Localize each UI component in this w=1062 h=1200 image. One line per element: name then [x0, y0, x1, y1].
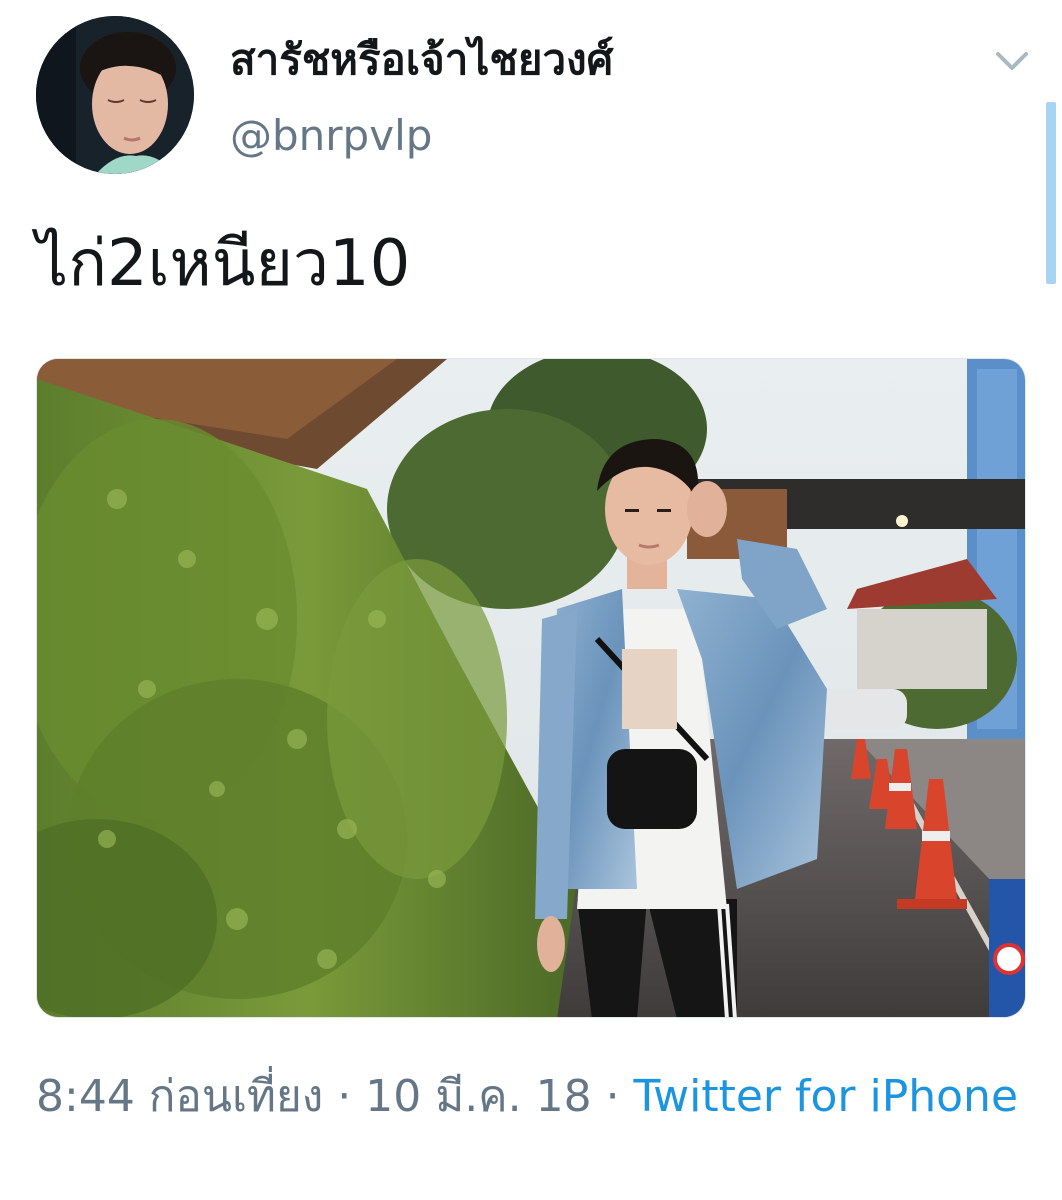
tweet-detail: สารัชหรือเจ้าไชยวงศ์ @bnrpvlp ไก่2เหนียว… — [0, 0, 1062, 1200]
tweet-meta: 8:44 ก่อนเที่ยง · 10 มี.ค. 18 · Twitter … — [36, 1064, 1026, 1130]
meta-separator: · — [323, 1071, 366, 1122]
tweet-source-link[interactable]: Twitter for iPhone — [634, 1071, 1018, 1122]
user-handle[interactable]: @bnrpvlp — [230, 110, 432, 162]
tweet-time[interactable]: 8:44 ก่อนเที่ยง — [36, 1071, 323, 1122]
meta-separator: · — [591, 1071, 634, 1122]
tweet-text: ไก่2เหนียว10 — [36, 227, 411, 301]
tweet-date[interactable]: 10 มี.ค. 18 — [365, 1071, 591, 1122]
avatar[interactable] — [36, 16, 194, 174]
scroll-indicator — [1046, 102, 1056, 284]
display-name[interactable]: สารัชหรือเจ้าไชยวงศ์ — [230, 34, 613, 86]
tweet-photo[interactable] — [36, 358, 1026, 1018]
chevron-down-icon[interactable] — [990, 44, 1034, 76]
